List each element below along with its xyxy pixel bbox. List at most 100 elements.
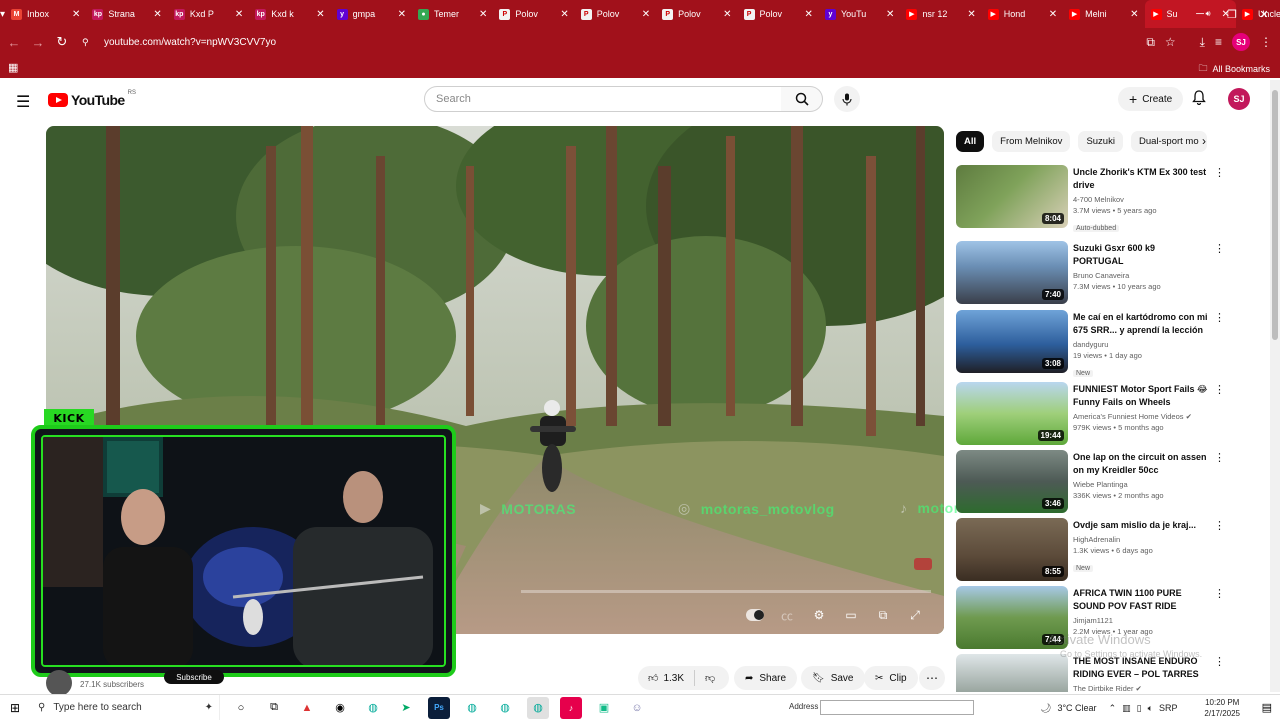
search-input[interactable]: Search (424, 86, 782, 112)
voice-search-button[interactable] (834, 86, 860, 112)
address-toolbar-input[interactable] (820, 700, 974, 715)
chrome-icon[interactable]: ◍ (494, 697, 516, 719)
miniplayer-icon[interactable]: ▭ (842, 606, 860, 624)
browser-tab[interactable]: M Inbox ✕ (5, 0, 86, 28)
search-button[interactable] (781, 86, 823, 112)
chevron-right-icon[interactable]: › (1202, 134, 1206, 148)
app-icon-arrow[interactable]: ➤ (395, 697, 417, 719)
video-title[interactable]: Me caí en el kartódromo con mi 675 SRR..… (1073, 311, 1208, 337)
taskbar-search[interactable]: ⚲ Type here to search ✦ (30, 694, 220, 720)
more-vert-icon[interactable]: ⋮ (1214, 451, 1225, 464)
discord-icon[interactable]: ☺ (626, 697, 648, 719)
minimize-button[interactable]: ─ (1184, 8, 1216, 20)
video-thumbnail[interactable]: 3:46 (956, 450, 1068, 513)
cast-to-tv-icon[interactable]: ⧉ (874, 606, 892, 624)
browser-tab[interactable]: P Polov ✕ (738, 0, 819, 28)
recommended-video[interactable]: 8:55 Ovdje sam mislio da je kraj... HighAd… (956, 518, 1226, 584)
tiktok-icon[interactable]: ♪ (560, 696, 582, 719)
chrome-icon[interactable]: ◍ (461, 697, 483, 719)
recommended-video[interactable]: THE MOST INSANE ENDURO RIDING EVER – POL… (956, 654, 1226, 692)
close-tab-icon[interactable]: ✕ (886, 9, 894, 20)
close-tab-icon[interactable]: ✕ (479, 9, 487, 20)
photoshop-icon[interactable]: Ps (428, 696, 450, 719)
recommended-video[interactable]: 19:44 FUNNIEST Motor Sport Fails 😂 Funny … (956, 382, 1226, 448)
restore-button[interactable]: ❐ (1216, 8, 1248, 21)
browser-tab[interactable]: y YouTu ✕ (819, 0, 900, 28)
close-tab-icon[interactable]: ✕ (72, 9, 80, 20)
browser-tab[interactable]: kp Kxd k ✕ (249, 0, 330, 28)
channel-name[interactable]: Bruno Canaveira (1073, 270, 1208, 281)
page-scrollbar[interactable] (1270, 80, 1280, 692)
progress-bar[interactable] (521, 590, 931, 593)
filter-chip[interactable]: Suzuki (1078, 131, 1123, 152)
channel-name[interactable]: HighAdrenalin (1073, 534, 1208, 545)
close-tab-icon[interactable]: ✕ (560, 9, 568, 20)
reading-list-icon[interactable]: ≡ (1215, 35, 1222, 49)
more-vert-icon[interactable]: ⋮ (1214, 519, 1225, 532)
video-title[interactable]: Ovdje sam mislio da je kraj... (1073, 519, 1208, 532)
account-avatar[interactable]: SJ (1228, 88, 1250, 110)
weather-text[interactable]: 3°C Clear (1057, 703, 1096, 713)
notifications-bell-icon[interactable] (1192, 90, 1206, 108)
task-view-icon[interactable]: ⧉ (263, 697, 285, 719)
channel-name[interactable]: Jimjam1121 (1073, 615, 1208, 626)
close-tab-icon[interactable]: ✕ (723, 9, 731, 20)
close-tab-icon[interactable]: ✕ (316, 9, 324, 20)
autoplay-toggle[interactable] (746, 606, 764, 624)
browser-tab[interactable]: P Polov ✕ (493, 0, 574, 28)
filter-chip[interactable]: Dual-sport mo (1130, 131, 1207, 152)
recommended-video[interactable]: 7:40 Suzuki Gsxr 600 k9 PORTUGAL Bruno Can… (956, 241, 1226, 307)
browser-tab[interactable]: ▶ Hond ✕ (982, 0, 1063, 28)
filter-chip[interactable]: From Melnikov (992, 131, 1071, 152)
browser-tab[interactable]: y gmpa ✕ (331, 0, 412, 28)
bookmark-star-icon[interactable]: ☆ (1165, 35, 1176, 49)
browser-tab[interactable]: ▶ nsr 12 ✕ (900, 0, 981, 28)
windows-start-icon[interactable]: ⊞ (0, 701, 30, 715)
apps-grid-icon[interactable]: ▦ (8, 61, 18, 74)
all-bookmarks-button[interactable]: 🗀 All Bookmarks (1198, 61, 1270, 77)
language-indicator[interactable]: SRP (1159, 703, 1178, 713)
share-button[interactable]: ➦ Share (734, 666, 798, 690)
video-title[interactable]: FUNNIEST Motor Sport Fails 😂 Funny Fails… (1073, 383, 1208, 409)
url-field[interactable]: ⚲ youtube.com/watch?v=npWV3CVV7yo (82, 31, 1152, 53)
close-tab-icon[interactable]: ✕ (642, 9, 650, 20)
video-thumbnail[interactable]: 3:08 (956, 310, 1068, 373)
channel-name[interactable]: 4-700 Melnikov (1073, 194, 1208, 205)
video-title[interactable]: Uncle Zhorik's KTM Ex 300 test drive (1073, 166, 1208, 192)
browser-profile-avatar[interactable]: SJ (1232, 33, 1250, 51)
close-tab-icon[interactable]: ✕ (1130, 9, 1138, 20)
fullscreen-icon[interactable]: ⤢ (906, 606, 924, 624)
like-button[interactable]: 👍︎ 1.3K (638, 666, 694, 690)
notification-icon[interactable]: ▤ (1262, 701, 1272, 714)
scrollbar-thumb[interactable] (1272, 90, 1278, 340)
close-tab-icon[interactable]: ✕ (398, 9, 406, 20)
more-vert-icon[interactable]: ⋮ (1214, 311, 1225, 324)
channel-name[interactable]: America's Funniest Home Videos ✔ (1073, 411, 1208, 422)
chrome-icon[interactable]: ◍ (527, 696, 549, 719)
video-thumbnail[interactable]: 7:40 (956, 241, 1068, 304)
volume-icon[interactable]: 🔈︎ (1148, 703, 1153, 714)
video-title[interactable]: Suzuki Gsxr 600 k9 PORTUGAL (1073, 242, 1208, 268)
channel-name[interactable]: Wiebe Plantinga (1073, 479, 1208, 490)
browser-tab[interactable]: ▶ Melni ✕ (1063, 0, 1144, 28)
more-vert-icon[interactable]: ⋮ (1214, 655, 1225, 668)
close-window-button[interactable]: ✕ (1248, 8, 1280, 21)
channel-name[interactable]: dandyguru (1073, 339, 1208, 350)
close-tab-icon[interactable]: ✕ (967, 9, 975, 20)
taskbar-clock[interactable]: 10:20 PM 2/17/2025 (1204, 697, 1240, 719)
chrome-icon[interactable]: ◍ (362, 697, 384, 719)
recommended-video[interactable]: 3:08 Me caí en el kartódromo con mi 675 S… (956, 310, 1226, 377)
browser-tab[interactable]: kp Kxd P ✕ (168, 0, 249, 28)
tray-up-icon[interactable]: ⌃ (1109, 703, 1117, 714)
back-button[interactable]: ← (2, 35, 26, 50)
browser-tab[interactable]: ● Temer ✕ (412, 0, 493, 28)
close-tab-icon[interactable]: ✕ (153, 9, 161, 20)
video-thumbnail[interactable]: 8:55 (956, 518, 1068, 581)
cast-icon[interactable]: ⧉ (1146, 35, 1155, 50)
filter-chip[interactable]: All (956, 131, 985, 152)
app-icon-circle[interactable]: ◉ (329, 697, 351, 719)
clip-button[interactable]: ✂ Clip (864, 666, 918, 690)
recommended-video[interactable]: 3:46 One lap on the circuit on assen on m… (956, 450, 1226, 516)
browser-tab[interactable]: kp Strana ✕ (86, 0, 167, 28)
browser-tab[interactable]: P Polov ✕ (575, 0, 656, 28)
